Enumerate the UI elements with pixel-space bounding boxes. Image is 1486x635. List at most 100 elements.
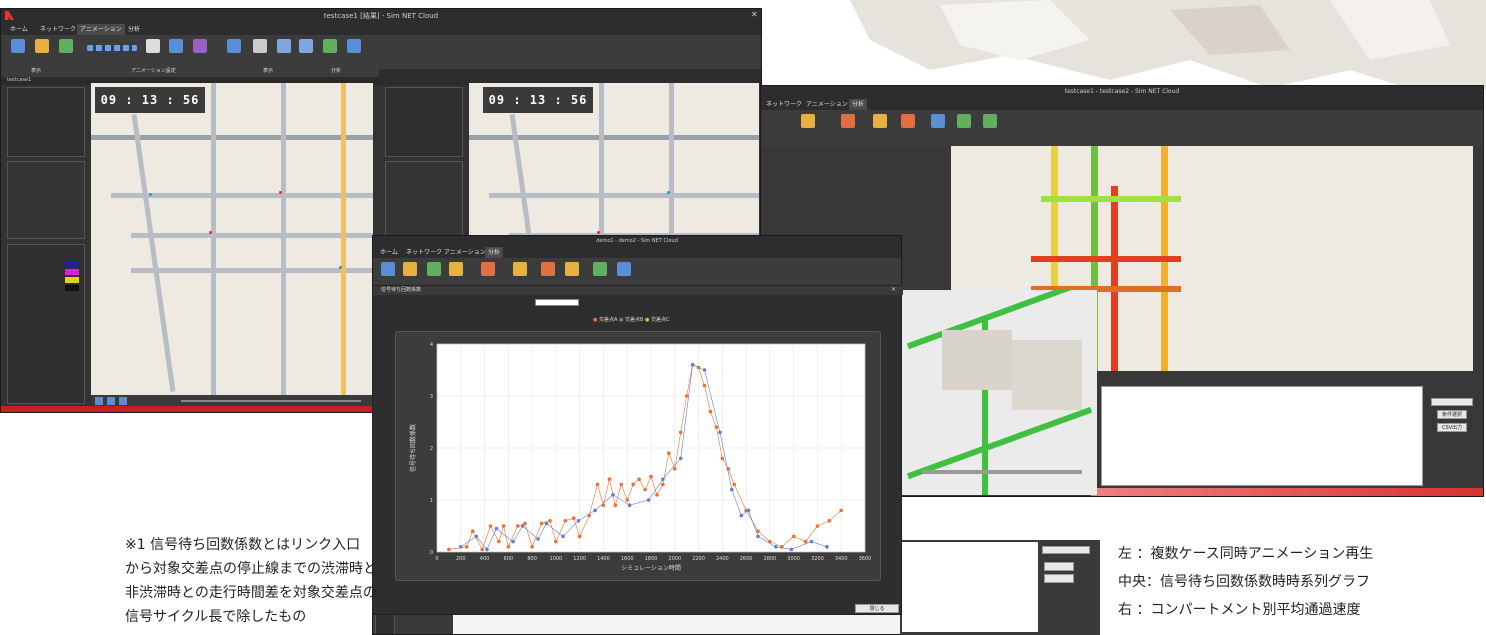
close-icon[interactable]: ✕ xyxy=(751,10,758,19)
close-button[interactable]: 閉じる xyxy=(855,604,899,613)
tab-network[interactable]: ネットワーク xyxy=(403,247,445,258)
tab-animation[interactable]: アニメーション xyxy=(77,24,125,35)
ribbon-button-1[interactable] xyxy=(11,39,25,53)
ribbon-button-9[interactable] xyxy=(277,39,291,53)
x-tick-label: 2600 xyxy=(740,556,753,562)
ribbon-button[interactable] xyxy=(841,114,855,128)
legend-marker: ● xyxy=(593,317,598,323)
animation-clock-b: 09 : 13 : 56 xyxy=(483,87,593,113)
seek-slider[interactable] xyxy=(181,400,361,402)
left-window-title: testcase1 [結果] - Sim NET Cloud xyxy=(1,9,761,23)
ribbon-button[interactable] xyxy=(931,114,945,128)
middle-lower-panel xyxy=(900,540,1100,635)
playback-controls[interactable] xyxy=(87,45,137,51)
animation-map-a[interactable]: 09 : 13 : 56 xyxy=(91,83,373,395)
x-tick-label: 800 xyxy=(527,556,537,562)
x-tick-label: 1000 xyxy=(550,556,563,562)
middle-ribbon-tabs: ホーム ネットワーク アニメーション 分析 xyxy=(373,246,901,258)
condition-button[interactable]: 条件選択 xyxy=(1437,410,1467,419)
data-point xyxy=(544,521,549,526)
csv-button[interactable]: CSV出力 xyxy=(1437,423,1467,432)
lower-button-1[interactable] xyxy=(1044,562,1074,571)
legend-color-swatch xyxy=(65,261,79,267)
tab-analysis[interactable]: 分析 xyxy=(125,24,143,35)
play-button[interactable] xyxy=(95,397,103,405)
data-point xyxy=(667,451,671,455)
ribbon-button[interactable] xyxy=(481,262,495,276)
ribbon-button[interactable] xyxy=(541,262,555,276)
ribbon-button-10[interactable] xyxy=(299,39,313,53)
ribbon-button-11[interactable] xyxy=(323,39,337,53)
ribbon-button[interactable] xyxy=(593,262,607,276)
ribbon-button[interactable] xyxy=(565,262,579,276)
tab-animation[interactable]: アニメーション xyxy=(441,247,489,258)
middle-map-visible[interactable] xyxy=(902,290,1097,495)
chart-select[interactable] xyxy=(535,299,579,306)
data-point xyxy=(501,524,506,528)
data-point xyxy=(619,482,624,487)
step-button[interactable] xyxy=(119,397,127,405)
legend-marker: ● xyxy=(618,317,624,323)
pause-button[interactable] xyxy=(107,397,115,405)
data-point xyxy=(791,534,796,539)
data-point xyxy=(595,482,600,487)
data-point xyxy=(506,545,511,549)
tab-analysis[interactable]: 分析 xyxy=(849,99,868,110)
tab-animation[interactable]: アニメーション xyxy=(803,99,851,110)
ribbon-button-7[interactable] xyxy=(227,39,241,53)
data-point xyxy=(739,513,744,518)
data-point xyxy=(678,430,683,435)
ribbon-button[interactable] xyxy=(513,262,527,276)
ribbon-button-8[interactable] xyxy=(253,39,267,53)
ribbon-button[interactable] xyxy=(801,114,815,128)
tab-analysis[interactable]: 分析 xyxy=(485,247,504,258)
animation-clock: 09 : 13 : 56 xyxy=(95,87,205,113)
settings-panel xyxy=(7,161,85,239)
ribbon-button-12[interactable] xyxy=(347,39,361,53)
x-tick-label: 2200 xyxy=(692,556,705,562)
tab-home[interactable]: ホーム xyxy=(7,24,31,35)
legend-color-swatch xyxy=(65,285,79,291)
ribbon-button[interactable] xyxy=(957,114,971,128)
condition-select[interactable] xyxy=(1431,398,1473,406)
ribbon-button[interactable] xyxy=(873,114,887,128)
lower-select[interactable] xyxy=(1042,546,1090,554)
tab-home[interactable]: ホーム xyxy=(377,247,401,258)
ribbon-button-5[interactable] xyxy=(169,39,183,53)
ribbon-button[interactable] xyxy=(901,114,915,128)
dialog-close-icon[interactable]: ✕ xyxy=(891,286,896,293)
data-point xyxy=(827,519,832,523)
tab-network[interactable]: ネットワーク xyxy=(37,24,79,35)
data-point xyxy=(661,482,665,487)
legend-color-swatch xyxy=(65,269,79,275)
ribbon-button-4[interactable] xyxy=(146,39,160,53)
ribbon-button[interactable] xyxy=(983,114,997,128)
right-ribbon xyxy=(761,110,1483,146)
building xyxy=(1012,340,1082,410)
y-axis-label: 信号待ち回数係数 xyxy=(409,424,417,472)
data-point xyxy=(637,477,641,481)
footnote-line: ※1 信号待ち回数係数とはリンク入口 xyxy=(125,537,361,553)
middle-ribbon xyxy=(373,258,901,288)
ribbon-button[interactable] xyxy=(381,262,395,276)
ribbon-group-label: アニメーション設定 xyxy=(131,68,176,74)
legend-entry: 交差点B xyxy=(624,317,644,323)
data-point xyxy=(643,487,647,492)
ribbon-button[interactable] xyxy=(449,262,463,276)
data-point xyxy=(470,529,475,533)
data-point xyxy=(678,456,683,461)
ribbon-button-6[interactable] xyxy=(193,39,207,53)
ribbon-button[interactable] xyxy=(427,262,441,276)
data-point xyxy=(714,425,719,429)
data-point xyxy=(474,534,479,539)
data-point xyxy=(809,539,814,544)
ribbon-button[interactable] xyxy=(617,262,631,276)
x-axis-label: シミュレーション時間 xyxy=(621,564,681,572)
legend-panel xyxy=(7,244,85,404)
tab-network[interactable]: ネットワーク xyxy=(763,99,805,110)
x-tick-label: 3400 xyxy=(835,556,848,562)
ribbon-button[interactable] xyxy=(403,262,417,276)
ribbon-button-2[interactable] xyxy=(35,39,49,53)
ribbon-button-3[interactable] xyxy=(59,39,73,53)
lower-button-2[interactable] xyxy=(1044,574,1074,583)
